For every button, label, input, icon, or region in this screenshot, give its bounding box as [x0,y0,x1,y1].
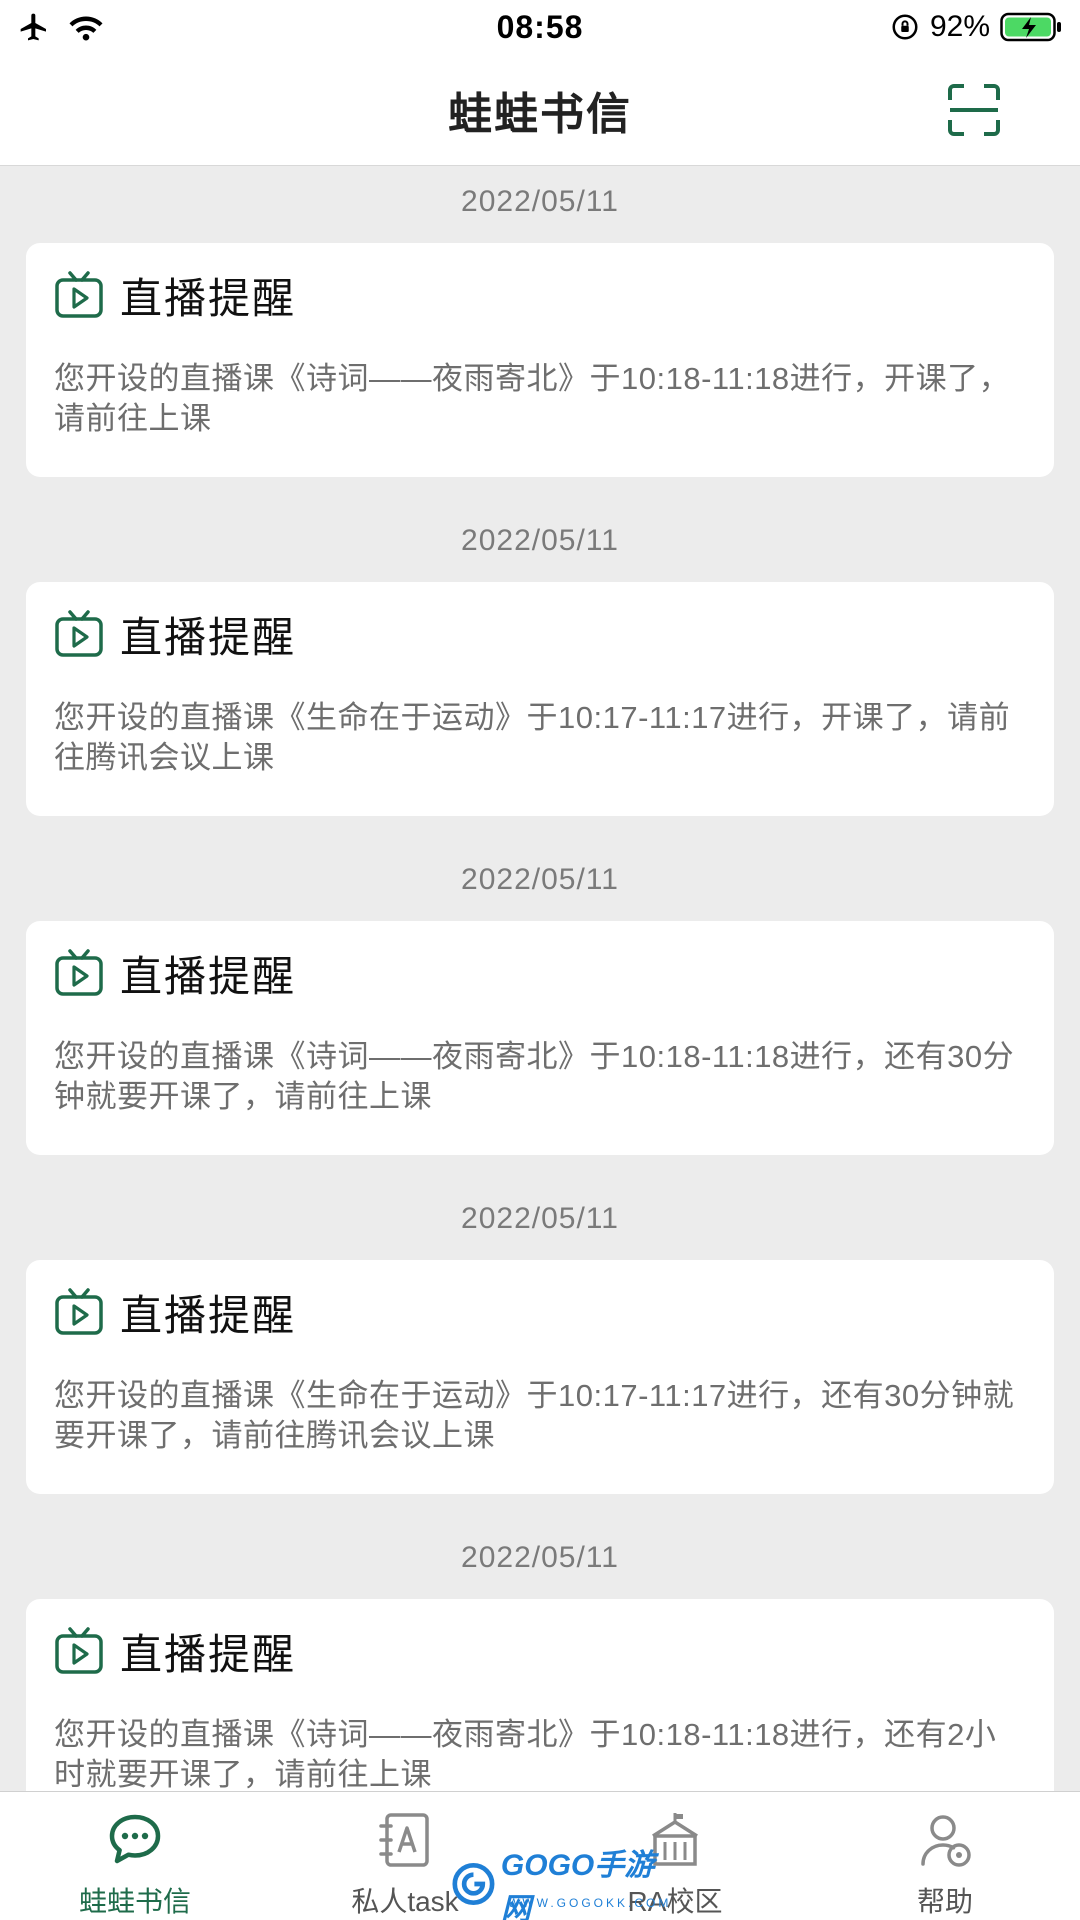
message-entry: 2022/05/11 直播提醒 您开设的直播课《诗词——夜雨寄北》于10:18-… [0,845,1080,1184]
site-watermark: GOGO手游网 WWW.GOGOKK.COM [452,1849,672,1920]
status-right: 92% [802,10,1062,44]
user-help-icon [921,1815,971,1867]
message-card-header: 直播提醒 [54,608,1026,661]
message-title: 直播提醒 [120,274,297,322]
message-title: 直播提醒 [120,952,297,1000]
message-title: 直播提醒 [120,1291,297,1339]
airplane-icon [20,13,46,41]
message-date: 2022/05/11 [461,185,619,218]
message-date: 2022/05/11 [461,1202,619,1235]
battery-charging-icon [1000,12,1061,42]
watermark-subtext: WWW.GOGOKK.COM [508,1896,672,1910]
message-date: 2022/05/11 [461,1541,619,1574]
live-tv-icon [55,1627,103,1674]
message-body: 您开设的直播课《生命在于运动》于10:17-11:17进行，还有30分钟就要开课… [54,1378,1015,1453]
status-bar: 08:58 92% [0,0,1080,54]
message-entry: 2022/05/11 直播提醒 您开设的直播课《生命在于运动》于10:17-11… [0,506,1080,845]
battery-percent: 92% [929,10,990,43]
message-body: 您开设的直播课《诗词——夜雨寄北》于10:18-11:18进行，开课了，请前往上… [54,361,1011,436]
message-card-header: 直播提醒 [54,269,1026,322]
message-date: 2022/05/11 [461,863,619,896]
status-left [18,11,278,43]
message-card[interactable]: 直播提醒 您开设的直播课《生命在于运动》于10:17-11:17进行，还有30分… [26,1260,1054,1494]
message-body: 您开设的直播课《生命在于运动》于10:17-11:17进行，开课了，请前往腾讯会… [54,700,1011,775]
tab-label: 私人task [351,1886,459,1917]
status-time: 08:58 [496,8,584,45]
message-title: 直播提醒 [120,1630,297,1678]
message-title: 直播提醒 [120,613,297,661]
live-tv-icon [55,949,103,996]
live-tv-icon [55,610,103,657]
scan-icon[interactable] [946,82,1002,138]
app-root: 08:58 92% 蛙蛙书信 2022/05/11 直播提醒 您开设的直播课《诗… [0,0,1080,1920]
message-list[interactable]: 2022/05/11 直播提醒 您开设的直播课《诗词——夜雨寄北》于10:18-… [0,167,1080,1791]
orientation-lock-icon [892,14,918,40]
notebook-icon [379,1813,429,1867]
page-title: 蛙蛙书信 [448,89,632,139]
tab-label: 帮助 [916,1886,973,1917]
message-body: 您开设的直播课《诗词——夜雨寄北》于10:18-11:18进行，还有30分钟就要… [54,1039,1015,1114]
message-date: 2022/05/11 [461,524,619,557]
message-card-header: 直播提醒 [54,1286,1026,1339]
message-card-header: 直播提醒 [54,947,1026,1000]
tab-wawa-letters[interactable]: 蛙蛙书信 [0,1792,270,1920]
watermark-logo-icon [452,1863,495,1905]
message-body: 您开设的直播课《诗词——夜雨寄北》于10:18-11:18进行，还有2小时就要开… [54,1717,997,1791]
message-card-header: 直播提醒 [54,1625,1026,1678]
app-header: 蛙蛙书信 [0,54,1080,166]
message-card[interactable]: 直播提醒 您开设的直播课《诗词——夜雨寄北》于10:18-11:18进行，开课了… [26,243,1054,477]
message-entry: 2022/05/11 直播提醒 您开设的直播课《诗词——夜雨寄北》于10:18-… [0,167,1080,506]
live-tv-icon [55,1288,103,1335]
chat-bubbles-icon [109,1814,161,1864]
message-card[interactable]: 直播提醒 您开设的直播课《诗词——夜雨寄北》于10:18-11:18进行，还有2… [26,1599,1054,1791]
tab-label: 蛙蛙书信 [78,1886,191,1917]
wifi-icon [69,16,103,41]
message-card[interactable]: 直播提醒 您开设的直播课《生命在于运动》于10:17-11:17进行，开课了，请… [26,582,1054,816]
message-entry: 2022/05/11 直播提醒 您开设的直播课《诗词——夜雨寄北》于10:18-… [0,1523,1080,1791]
message-entry: 2022/05/11 直播提醒 您开设的直播课《生命在于运动》于10:17-11… [0,1184,1080,1523]
live-tv-icon [55,271,103,318]
tab-help[interactable]: 帮助 [810,1792,1080,1920]
message-card[interactable]: 直播提醒 您开设的直播课《诗词——夜雨寄北》于10:18-11:18进行，还有3… [26,921,1054,1155]
